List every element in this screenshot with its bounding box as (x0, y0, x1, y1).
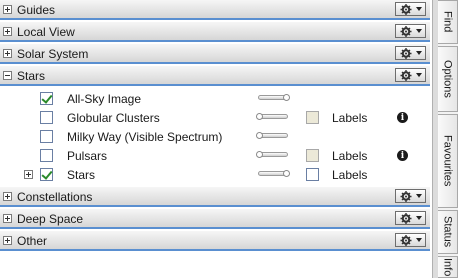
layer-row-globular-clusters: Globular Clusters Labels i (0, 108, 430, 127)
info-icon[interactable]: i (397, 150, 408, 161)
section-title: Solar System (17, 47, 89, 61)
labels-label: Labels (332, 111, 368, 125)
layer-label: Globular Clusters (67, 111, 160, 125)
section-menu-button[interactable] (395, 189, 426, 203)
opacity-slider[interactable] (256, 151, 290, 159)
layer-checkbox[interactable] (40, 168, 53, 181)
section-header-other[interactable]: Other (0, 231, 430, 251)
chevron-down-icon (416, 51, 422, 55)
section-title: Constellations (17, 190, 93, 204)
layer-checkbox[interactable] (40, 92, 53, 105)
section-menu-button[interactable] (395, 233, 426, 247)
section-header-constellations[interactable]: Constellations (0, 187, 430, 207)
expand-icon[interactable] (3, 5, 12, 14)
layers-panel: Guides Local View Solar System Stars All… (0, 0, 432, 278)
labels-checkbox[interactable] (306, 168, 319, 181)
layer-checkbox[interactable] (40, 111, 53, 124)
labels-checkbox[interactable] (306, 111, 319, 124)
opacity-slider[interactable] (256, 170, 290, 178)
opacity-slider[interactable] (256, 113, 290, 121)
tab-label: Find (441, 11, 454, 33)
opacity-slider[interactable] (256, 132, 290, 140)
layer-checkbox[interactable] (40, 149, 53, 162)
expand-icon[interactable] (3, 192, 12, 201)
layer-row-pulsars: Pulsars Labels i (0, 146, 430, 165)
section-menu-button[interactable] (395, 2, 426, 16)
section-title: Local View (17, 25, 75, 39)
tab-info[interactable]: Info (438, 256, 458, 278)
collapse-icon[interactable] (3, 71, 12, 80)
section-header-guides[interactable]: Guides (0, 0, 430, 20)
gear-icon (400, 26, 412, 37)
expand-icon[interactable] (24, 170, 33, 179)
gear-icon (400, 4, 412, 15)
opacity-slider[interactable] (256, 94, 290, 102)
chevron-down-icon (416, 216, 422, 220)
slider-knob[interactable] (283, 170, 290, 177)
expand-icon[interactable] (3, 236, 12, 245)
gear-icon (400, 235, 412, 246)
chevron-down-icon (416, 238, 422, 242)
slider-knob[interactable] (283, 94, 290, 101)
layer-row-all-sky-image: All-Sky Image (0, 89, 430, 108)
tab-label: Favourites (441, 135, 454, 187)
layer-label: Milky Way (Visible Spectrum) (67, 130, 223, 144)
layer-label: Stars (67, 168, 96, 182)
section-title: Guides (17, 3, 56, 17)
chevron-down-icon (416, 7, 422, 11)
tab-label: Options (441, 60, 454, 98)
expand-icon[interactable] (3, 49, 12, 58)
layer-label: All-Sky Image (67, 92, 142, 106)
gear-icon (400, 48, 412, 59)
tab-status[interactable]: Status (438, 210, 458, 254)
section-header-local-view[interactable]: Local View (0, 22, 430, 42)
section-title: Deep Space (17, 212, 84, 226)
slider-knob[interactable] (256, 151, 263, 158)
layer-checkbox[interactable] (40, 130, 53, 143)
side-tab-strip: Find Options Favourites Status Info (438, 0, 458, 278)
expand-icon[interactable] (3, 214, 12, 223)
layer-row-stars: Stars Labels (0, 165, 430, 184)
tab-options[interactable]: Options (438, 46, 458, 112)
expand-icon[interactable] (3, 27, 12, 36)
tab-favourites[interactable]: Favourites (438, 114, 458, 208)
section-title: Other (17, 234, 48, 248)
slider-knob[interactable] (256, 113, 263, 120)
chevron-down-icon (416, 73, 422, 77)
chevron-down-icon (416, 194, 422, 198)
section-menu-button[interactable] (395, 211, 426, 225)
section-header-stars[interactable]: Stars (0, 66, 430, 86)
gear-icon (400, 70, 412, 81)
tab-label: Info (441, 257, 454, 277)
layer-label: Pulsars (67, 149, 108, 163)
tab-label: Status (441, 216, 454, 248)
chevron-down-icon (416, 29, 422, 33)
section-menu-button[interactable] (395, 68, 426, 82)
gear-icon (400, 191, 412, 202)
section-menu-button[interactable] (395, 24, 426, 38)
slider-knob[interactable] (256, 132, 263, 139)
section-header-solar-system[interactable]: Solar System (0, 44, 430, 64)
labels-checkbox[interactable] (306, 149, 319, 162)
gear-icon (400, 213, 412, 224)
section-header-deep-space[interactable]: Deep Space (0, 209, 430, 229)
section-title: Stars (17, 69, 46, 83)
labels-label: Labels (332, 168, 368, 182)
layer-row-milky-way: Milky Way (Visible Spectrum) (0, 127, 430, 146)
tab-find[interactable]: Find (438, 0, 458, 44)
labels-label: Labels (332, 149, 368, 163)
section-menu-button[interactable] (395, 46, 426, 60)
info-icon[interactable]: i (397, 112, 408, 123)
